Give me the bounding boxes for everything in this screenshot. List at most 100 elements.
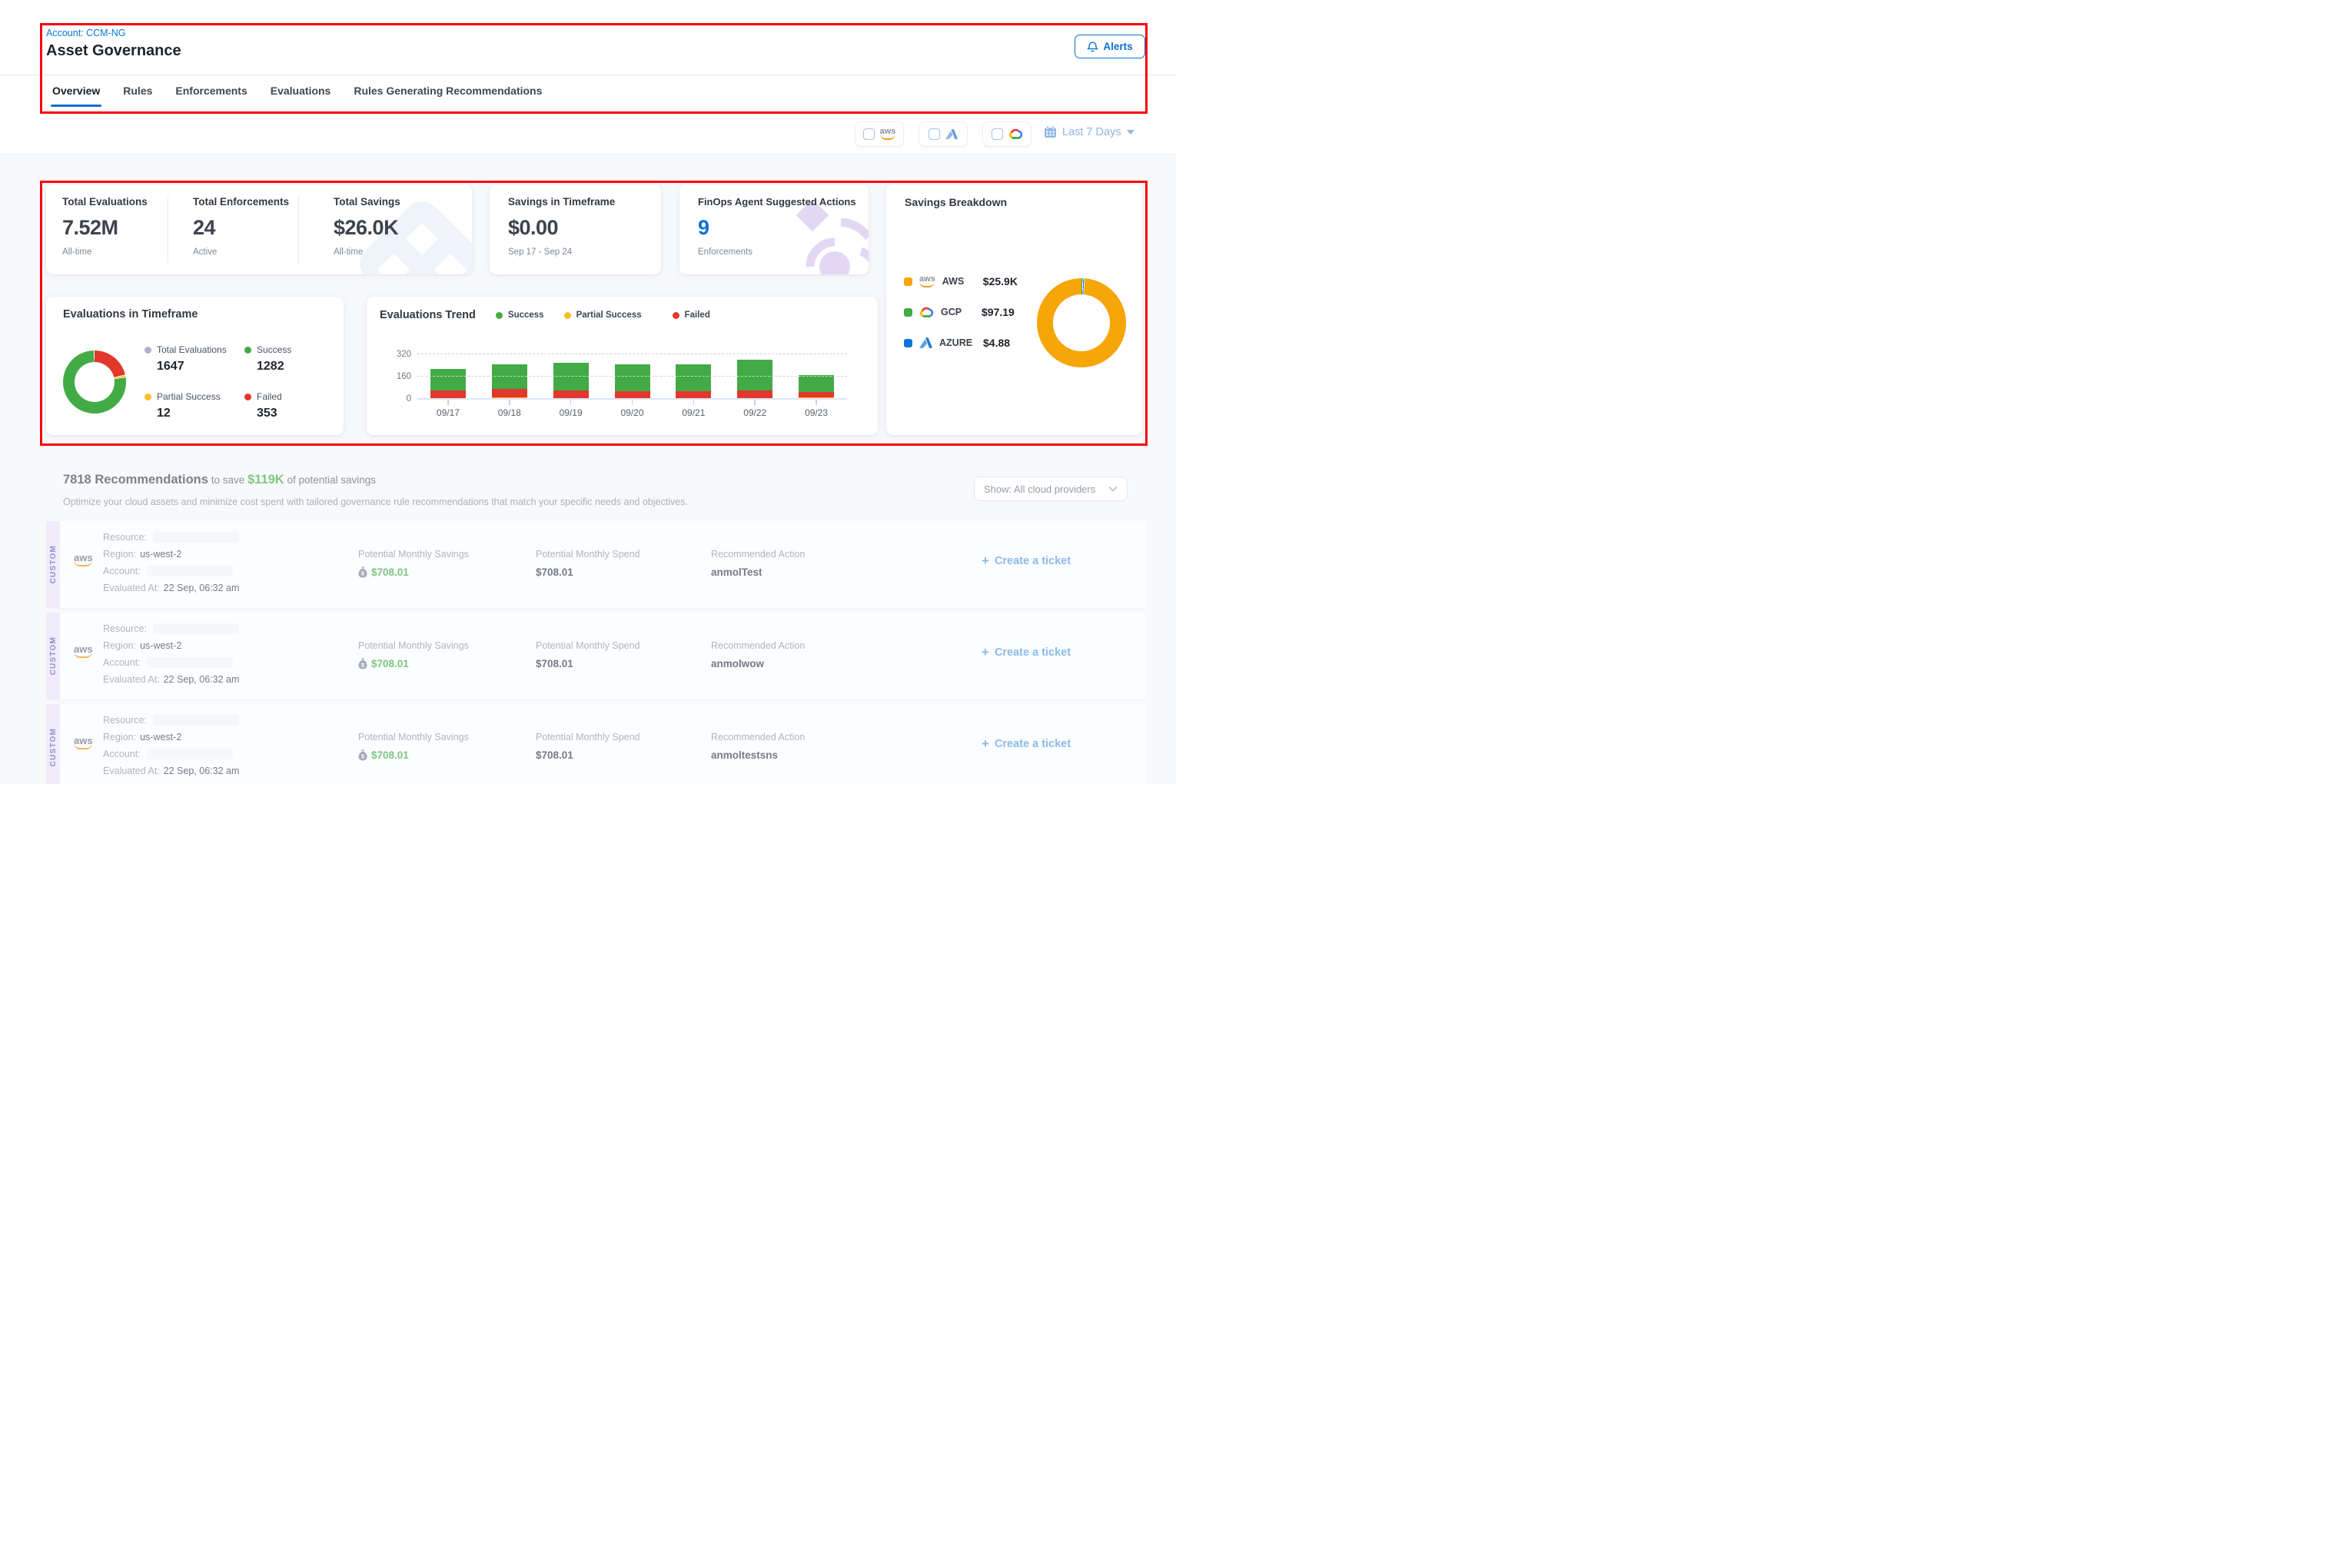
trend-x-axis: 09/1709/1809/1909/2009/2109/2209/23 [417,400,847,418]
tab-rules[interactable]: Rules [121,81,154,107]
tab-enforcements[interactable]: Enforcements [174,81,248,107]
aws-icon: aws [880,128,896,140]
legend-label: AWS [942,276,976,287]
provider-filter-aws[interactable]: aws [855,121,904,147]
recommendation-row-2[interactable]: CUSTOM aws Resource: Region:us-west-2 Ac… [46,613,1145,700]
plus-icon: + [982,647,989,658]
stat-finops-actions: FinOps Agent Suggested Actions 9 Enforce… [698,196,856,257]
legend-item-azure: AZURE $4.88 [904,337,1018,349]
legend-label: Success [257,344,291,355]
legend-label: GCP [941,307,975,317]
evaluations-legend: Total Evaluations 1647 Success 1282 Part… [145,344,337,420]
moneybag-icon: $ [358,566,367,578]
legend-value: 353 [257,407,337,420]
bar-segment-success [615,364,650,391]
gcp-color-swatch [904,308,912,317]
azure-icon [945,129,958,139]
date-range-picker[interactable]: Last 7 Days [1044,125,1134,138]
legend-item-aws: aws AWS $25.9K [904,275,1018,287]
resource-details: Resource: Region:us-west-2 Account: Eval… [103,529,239,596]
moneybag-icon: $ [358,658,367,669]
savings-timeframe-card: Savings in Timeframe $0.00 Sep 17 - Sep … [490,184,661,274]
legend-label: Failed [257,391,282,402]
aws-icon: aws [74,555,93,566]
select-value: Show: All cloud providers [984,483,1095,495]
tab-bar: Overview Rules Enforcements Evaluations … [51,81,543,107]
bar-segment-partial-success [799,397,834,398]
evaluations-trend-title: Evaluations Trend [380,309,476,321]
create-ticket-button[interactable]: +Create a ticket [982,738,1071,750]
alerts-button[interactable]: Alerts [1075,35,1145,58]
failed-dot [244,394,251,400]
potential-monthly-savings: Potential Monthly Savings $$708.01 [358,549,469,578]
partial-dot [564,312,571,319]
asset-governance-page: Account: CCM-NG Asset Governance Alerts … [0,0,1176,784]
x-tick-09/22: 09/22 [724,400,786,418]
stat-value: $0.00 [508,216,615,240]
create-ticket-button[interactable]: +Create a ticket [982,555,1071,567]
aws-icon: aws [74,738,93,749]
tab-evaluations[interactable]: Evaluations [269,81,333,107]
bar-segment-failed [553,390,589,398]
divider [298,196,299,264]
azure-checkbox[interactable] [929,128,940,140]
account-link[interactable]: Account: CCM-NG [46,28,126,38]
resource-details: Resource: Region:us-west-2 Account: Eval… [103,712,239,779]
moneybag-icon: $ [358,749,367,761]
total-dot [145,347,151,354]
custom-badge: CUSTOM [46,613,60,699]
resource-details: Resource: Region:us-west-2 Account: Eval… [103,620,239,688]
aws-color-swatch [904,277,912,286]
gcp-icon [1008,128,1023,140]
trend-bar-09/20 [602,364,663,398]
stat-value: 7.52M [62,216,148,240]
stat-sub: Sep 17 - Sep 24 [508,247,615,257]
legend-item-total: Total Evaluations 1647 [145,344,244,374]
success-dot [244,347,251,354]
donut-hole [75,362,115,402]
tab-rules-generating-recommendations[interactable]: Rules Generating Recommendations [352,81,543,107]
chevron-down-icon [1108,486,1118,492]
stat-total-savings: Total Savings $26.0K All-time [334,196,400,257]
stat-label: Total Evaluations [62,196,148,208]
bar-segment-failed [430,390,466,398]
redacted-account [147,657,233,668]
trend-legend-failed: Failed [673,311,710,320]
cloud-provider-select[interactable]: Show: All cloud providers [974,477,1128,501]
create-ticket-button[interactable]: +Create a ticket [982,646,1071,659]
recommendation-row-3[interactable]: CUSTOM aws Resource: Region:us-west-2 Ac… [46,704,1145,784]
redacted-account [147,566,233,576]
stat-value: 9 [698,216,856,240]
stat-label: Total Enforcements [193,196,289,208]
y-tick-0: 0 [388,394,411,404]
legend-label: Total Evaluations [157,344,227,355]
provider-filter-azure[interactable] [919,121,968,147]
potential-monthly-spend: Potential Monthly Spend $708.01 [536,640,640,669]
bar-segment-failed [676,391,711,398]
bar-segment-failed [737,390,772,398]
recommended-action: Recommended Action anmolTest [711,549,805,578]
legend-label: AZURE [939,337,976,348]
bar-segment-failed [799,392,834,397]
stat-value: $26.0K [334,216,400,240]
trend-bar-09/19 [540,363,602,398]
x-tick-09/20: 09/20 [602,400,663,418]
evaluations-timeframe-title: Evaluations in Timeframe [63,308,198,321]
tab-overview[interactable]: Overview [51,81,101,107]
stat-total-evaluations: Total Evaluations 7.52M All-time [62,196,148,257]
provider-filter-gcp[interactable] [982,121,1031,147]
recommendation-row-1[interactable]: CUSTOM aws Resource: Region:us-west-2 Ac… [46,521,1145,609]
redacted-resource [153,623,239,634]
bar-segment-success [430,369,466,390]
trend-legend-partial: Partial Success [564,311,642,320]
stat-sub: Active [193,247,289,257]
azure-color-swatch [904,339,912,347]
page-title: Asset Governance [46,42,181,60]
donut-hole [1053,294,1110,351]
aws-checkbox[interactable] [863,128,875,140]
gcp-checkbox[interactable] [992,128,1003,140]
evaluations-trend-chart: 320 160 0 09/1709/1809/1909/2009/2109/22… [388,352,847,418]
stat-label: Total Savings [334,196,400,208]
savings-breakdown-title: Savings Breakdown [905,196,1007,208]
trend-bar-09/22 [724,360,786,398]
